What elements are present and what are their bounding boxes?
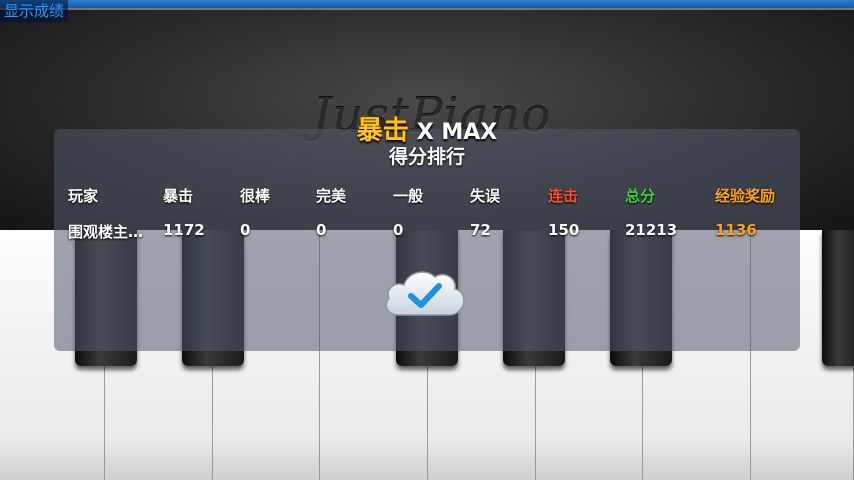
column-header: 一般 [393, 187, 424, 205]
column-header: 玩家 [68, 187, 99, 205]
table-cell: 0 [393, 221, 404, 239]
table-cell: 21213 [625, 221, 678, 239]
cloud-check-icon[interactable] [381, 265, 469, 323]
black-key[interactable] [822, 230, 854, 366]
column-header: 失误 [470, 187, 501, 205]
table-header: 玩家 暴击 很棒 完美 一般 失误 连击 总分 经验奖励 [0, 185, 854, 207]
table-cell: 1172 [163, 221, 205, 239]
game-screen: 显示成绩 JustPiano 暴击 X MAX 得分排行 玩家 暴击 很棒 完美 一般 失误… [0, 0, 854, 480]
table-cell: 围观楼主… [68, 223, 144, 241]
column-header: 经验奖励 [715, 187, 776, 205]
ranking-title: 得分排行 [388, 146, 465, 168]
show-score-link[interactable]: 显示成绩 [0, 0, 69, 22]
table-row: 围观楼主… 1172 0 0 0 72 150 21213 1136 [0, 221, 854, 243]
column-header: 连击 [548, 187, 579, 205]
table-cell: 0 [316, 221, 327, 239]
table-cell: 1136 [715, 221, 757, 239]
column-header: 完美 [316, 187, 347, 205]
table-cell: 150 [548, 221, 580, 239]
column-header: 很棒 [240, 187, 271, 205]
column-header: 总分 [625, 187, 656, 205]
table-cell: 0 [240, 221, 251, 239]
column-header: 暴击 [163, 187, 194, 205]
table-cell: 72 [470, 221, 491, 239]
